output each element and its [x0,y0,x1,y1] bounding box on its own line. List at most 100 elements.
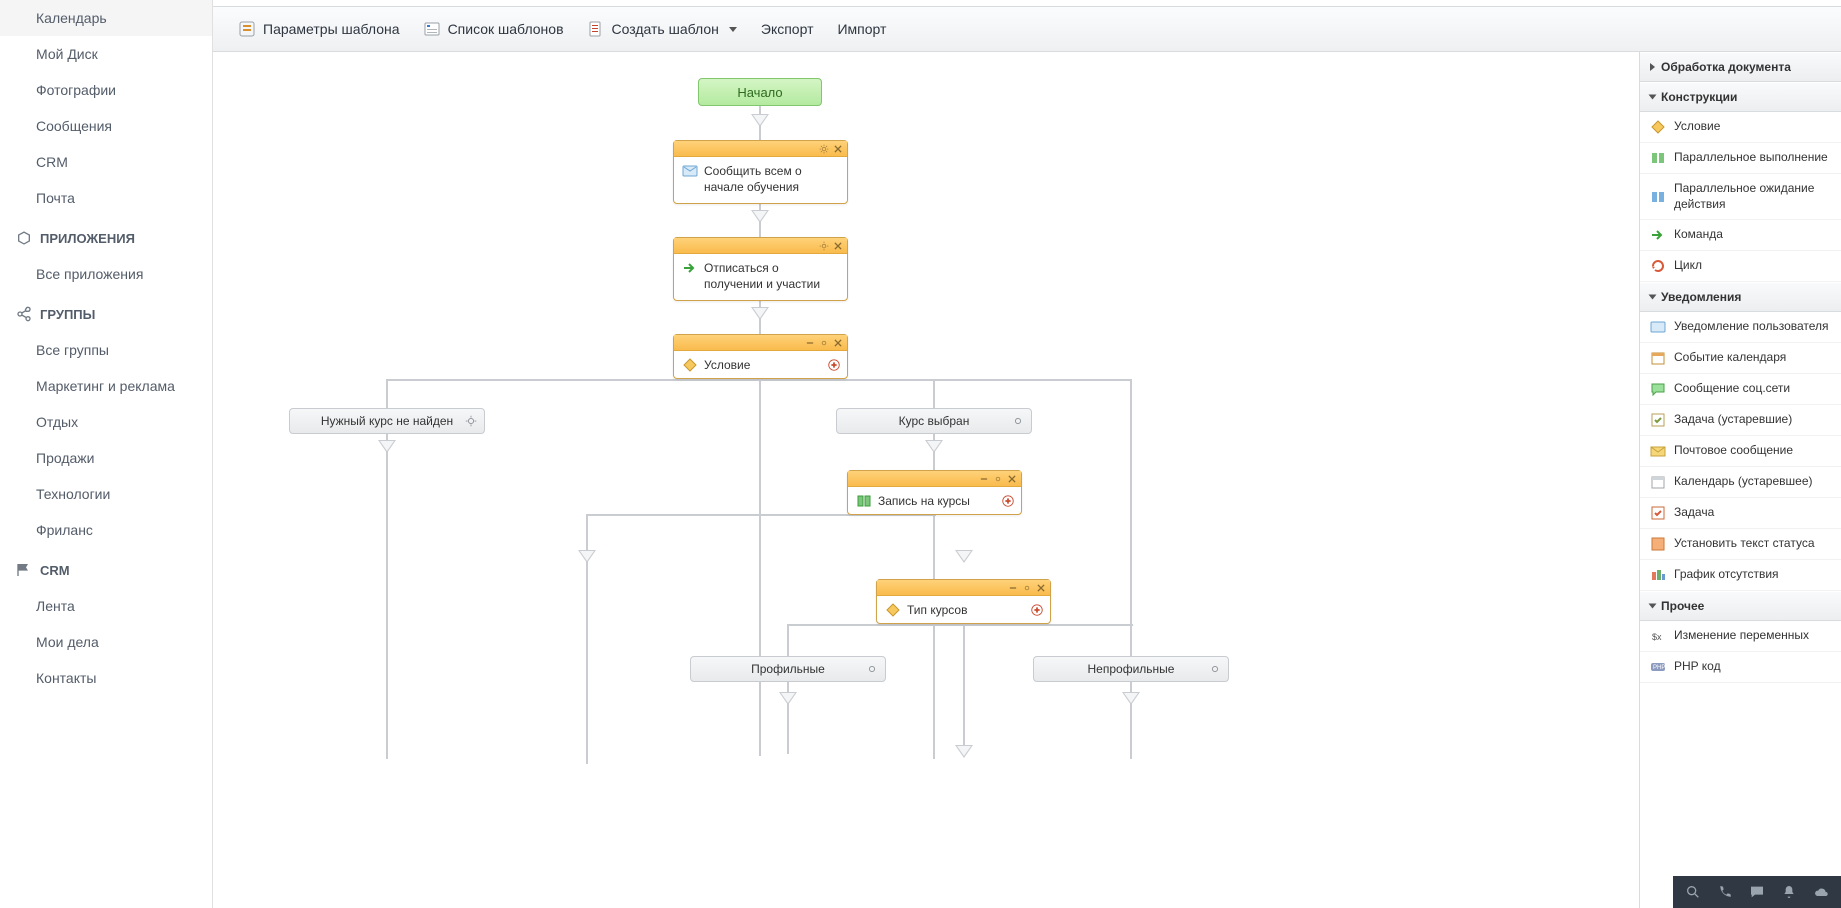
sidebar-section-label: CRM [40,563,70,578]
tray-cloud-button[interactable] [1807,878,1835,906]
palette-item-task[interactable]: Задача [1640,498,1841,529]
command-icon [682,260,698,276]
palette-section-doc[interactable]: Обработка документа [1640,52,1841,82]
gear-icon[interactable] [993,474,1003,484]
sidebar-item-calendar[interactable]: Календарь [0,0,212,36]
toolbar-label: Импорт [837,21,886,37]
sidebar-section-crm[interactable]: CRM [0,548,212,588]
flow-node-condition[interactable]: Условие [673,334,848,379]
palette-item-calendar-event[interactable]: Событие календаря [1640,343,1841,374]
close-icon[interactable] [1007,474,1017,484]
add-branch-icon[interactable] [1001,494,1015,508]
sidebar-item-feed[interactable]: Лента [0,588,212,624]
message-icon [1650,319,1666,335]
palette-item-task-old[interactable]: Задача (устаревшие) [1640,405,1841,436]
palette-item-parallel-wait[interactable]: Параллельное ожидание действия [1640,174,1841,220]
add-branch-icon[interactable] [827,358,841,372]
palette-item-vars[interactable]: $xИзменение переменных [1640,621,1841,652]
absence-icon [1650,567,1666,583]
tray-bell-button[interactable] [1775,878,1803,906]
palette-item-command[interactable]: Команда [1640,220,1841,251]
flow-node-unsubscribe[interactable]: Отписаться о получении и участии [673,237,848,301]
flow-branch-profile[interactable]: Профильные [690,656,886,682]
gear-icon[interactable] [865,662,879,676]
flow-branch-not-found[interactable]: Нужный курс не найден [289,408,485,434]
export-button[interactable]: Экспорт [759,17,816,41]
chevron-down-icon [1649,295,1657,300]
sidebar-item-mydisk[interactable]: Мой Диск [0,36,212,72]
tray-chat-button[interactable] [1743,878,1771,906]
sidebar-item-mydeals[interactable]: Мои дела [0,624,212,660]
palette-item-status[interactable]: Установить текст статуса [1640,529,1841,560]
sidebar-item-all-apps[interactable]: Все приложения [0,256,212,292]
palette-item-parallel[interactable]: Параллельное выполнение [1640,143,1841,174]
sidebar-item-photos[interactable]: Фотографии [0,72,212,108]
close-icon[interactable] [833,241,843,251]
share-icon [16,306,32,322]
toolbar-label: Список шаблонов [448,21,564,37]
palette-item-mail[interactable]: Почтовое сообщение [1640,436,1841,467]
gear-icon[interactable] [819,144,829,154]
gear-icon[interactable] [1011,414,1025,428]
palette-item-label: Календарь (устаревшее) [1674,474,1813,490]
gear-icon[interactable] [819,241,829,251]
sidebar-item-contacts[interactable]: Контакты [0,660,212,696]
svg-text:$x: $x [1652,632,1662,642]
sidebar-item-sales[interactable]: Продажи [0,440,212,476]
connector-line [933,379,935,759]
minimize-icon[interactable] [805,338,815,348]
flow-branch-nonprofile[interactable]: Непрофильные [1033,656,1229,682]
sidebar-item-mail[interactable]: Почта [0,180,212,216]
arrow-icon [955,745,973,758]
palette-item-user-notify[interactable]: Уведомление пользователя [1640,312,1841,343]
flow-node-enroll[interactable]: Запись на курсы [847,470,1022,515]
condition-icon [682,357,698,373]
palette-item-label: График отсутствия [1674,567,1779,583]
sidebar-item-messages[interactable]: Сообщения [0,108,212,144]
palette-section-notifications[interactable]: Уведомления [1640,282,1841,312]
branch-label: Нужный курс не найден [321,414,453,428]
palette-item-php[interactable]: PHPPHP код [1640,652,1841,683]
sidebar-item-crm[interactable]: CRM [0,144,212,180]
arrow-icon [925,440,943,453]
tray-phone-button[interactable] [1711,878,1739,906]
palette-item-social[interactable]: Сообщение соц.сети [1640,374,1841,405]
import-button[interactable]: Импорт [835,17,888,41]
sidebar-item-rest[interactable]: Отдых [0,404,212,440]
params-icon [239,21,255,37]
palette-section-other[interactable]: Прочее [1640,591,1841,621]
flow-start-node[interactable]: Начало [698,78,822,106]
minimize-icon[interactable] [1008,583,1018,593]
close-icon[interactable] [833,338,843,348]
flow-branch-selected[interactable]: Курс выбран [836,408,1032,434]
sidebar-item-tech[interactable]: Технологии [0,476,212,512]
gear-icon[interactable] [819,338,829,348]
sidebar-item-freelance[interactable]: Фриланс [0,512,212,548]
sidebar-item-all-groups[interactable]: Все группы [0,332,212,368]
gear-icon[interactable] [464,414,478,428]
toolbar-label: Создать шаблон [612,21,719,37]
palette-item-absence[interactable]: График отсутствия [1640,560,1841,591]
close-icon[interactable] [833,144,843,154]
palette-item-condition[interactable]: Условие [1640,112,1841,143]
flow-canvas[interactable]: Начало Сообщить всем о начале обучения [213,52,1639,908]
add-branch-icon[interactable] [1030,603,1044,617]
minimize-icon[interactable] [979,474,989,484]
palette-item-loop[interactable]: Цикл [1640,251,1841,282]
tray-search-button[interactable] [1679,878,1707,906]
template-list-button[interactable]: Список шаблонов [422,17,566,41]
sidebar-section-apps[interactable]: ПРИЛОЖЕНИЯ [0,216,212,256]
template-params-button[interactable]: Параметры шаблона [237,17,402,41]
gear-icon[interactable] [1022,583,1032,593]
close-icon[interactable] [1036,583,1046,593]
sidebar-item-marketing[interactable]: Маркетинг и реклама [0,368,212,404]
sidebar-section-groups[interactable]: ГРУППЫ [0,292,212,332]
arrow-icon [955,550,973,563]
create-template-button[interactable]: Создать шаблон [586,17,739,41]
flow-node-course-type[interactable]: Тип курсов [876,579,1051,624]
flow-node-notify[interactable]: Сообщить всем о начале обучения [673,140,848,204]
palette-item-calendar-old[interactable]: Календарь (устаревшее) [1640,467,1841,498]
palette-section-constructs[interactable]: Конструкции [1640,82,1841,112]
gear-icon[interactable] [1208,662,1222,676]
cloud-icon [1813,884,1829,900]
